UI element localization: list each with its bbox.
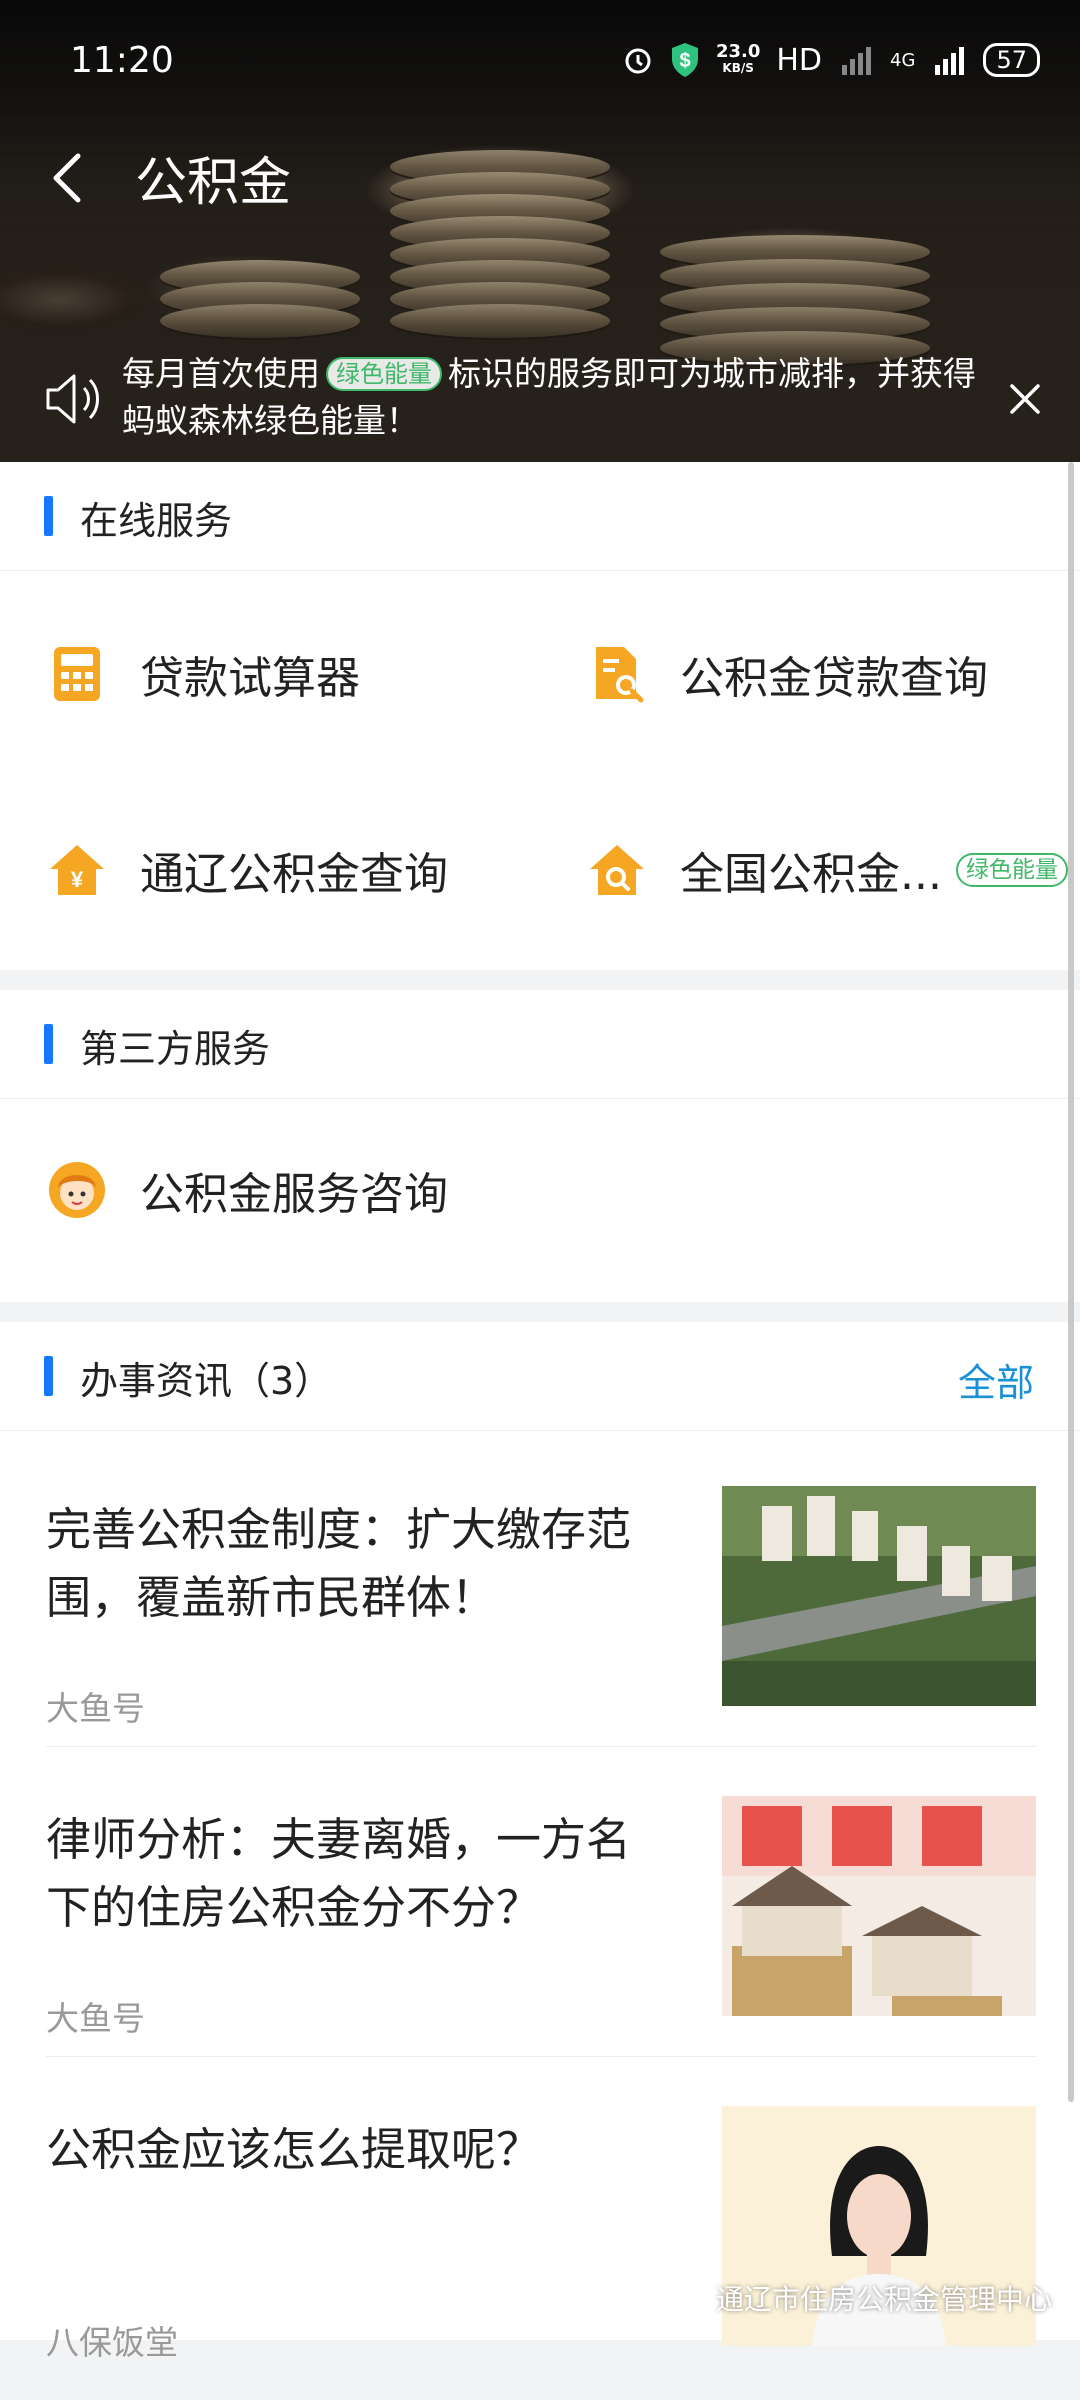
- view-all-link[interactable]: 全部: [958, 1352, 1034, 1407]
- news-card: 办事资讯（3） 全部 完善公积金制度：扩大缴存范围，覆盖新市民群体！ 大鱼号 律…: [0, 1322, 1080, 2362]
- news-item[interactable]: 律师分析：夫妻离婚，一方名下的住房公积金分不分？ 大鱼号: [0, 1780, 1080, 2090]
- service-label: 公积金服务咨询: [140, 1169, 448, 1220]
- section-header: 办事资讯（3） 全部: [0, 1322, 1080, 1431]
- signal-icon: [842, 47, 872, 75]
- news-title: 律师分析：夫妻离婚，一方名下的住房公积金分不分？: [46, 1813, 632, 1934]
- section-accent-bar: [44, 1356, 53, 1396]
- close-icon[interactable]: [1000, 374, 1050, 424]
- section-title: 办事资讯（3）: [80, 1359, 333, 1403]
- section-title: 第三方服务: [80, 1027, 271, 1071]
- section-header: 在线服务: [0, 462, 1080, 571]
- service-loan-query[interactable]: 公积金贷款查询: [586, 624, 988, 724]
- section-header: 第三方服务: [0, 990, 1080, 1099]
- service-national-query[interactable]: 全国公积金... 绿色能量: [586, 820, 1074, 920]
- watermark: 通辽市住房公积金管理中心: [672, 2278, 1052, 2318]
- online-services-card: 在线服务 贷款试算器 公积金贷款查询 ¥ 通辽公积金查询 全国公积金... 绿色…: [0, 462, 1080, 970]
- scrollbar[interactable]: [1068, 462, 1074, 2102]
- divider: [46, 2056, 1036, 2057]
- battery-indicator: 57: [983, 43, 1040, 77]
- calculator-icon: [54, 647, 100, 701]
- divider: [46, 1746, 1036, 1747]
- news-item[interactable]: 完善公积金制度：扩大缴存范围，覆盖新市民群体！ 大鱼号: [0, 1470, 1080, 1780]
- page-title: 公积金: [135, 153, 292, 213]
- notice-text: 每月首次使用 绿色能量 标识的服务即可为城市减排，并获得蚂蚁森林绿色能量！: [122, 354, 976, 440]
- network-speed: 23.0 KB/S: [715, 41, 761, 76]
- nav-bar: 公积金: [0, 130, 1080, 230]
- service-consultation[interactable]: 公积金服务咨询: [46, 1140, 448, 1240]
- header-banner: 11:20 $ 23.0 KB/S HD 4G 57 公积金 每月首次使用 绿色能量…: [0, 0, 1080, 462]
- section-accent-bar: [44, 496, 53, 536]
- svg-text:¥: ¥: [71, 867, 84, 892]
- service-label: 通辽公积金查询: [140, 849, 448, 900]
- green-energy-notice: 每月首次使用 绿色能量 标识的服务即可为城市减排，并获得蚂蚁森林绿色能量！: [0, 340, 1080, 462]
- house-yen-icon: ¥: [50, 845, 104, 895]
- section-accent-bar: [44, 1024, 53, 1064]
- advisor-avatar-icon: [49, 1162, 105, 1218]
- news-source: 八保饭堂: [46, 2323, 178, 2362]
- third-party-services-card: 第三方服务 公积金服务咨询: [0, 990, 1080, 1302]
- shield-icon: $: [671, 43, 698, 77]
- service-label: 公积金贷款查询: [680, 653, 988, 704]
- news-source: 大鱼号: [46, 1689, 145, 1728]
- alarm-icon: [625, 48, 651, 74]
- service-tongliao-query[interactable]: ¥ 通辽公积金查询: [46, 820, 448, 920]
- news-thumbnail-aerial-buildings: [722, 1486, 1036, 1706]
- section-title: 在线服务: [80, 499, 233, 543]
- news-title: 公积金应该怎么提取呢？: [46, 2123, 542, 2176]
- service-label: 全国公积金...: [680, 849, 942, 900]
- news-item[interactable]: 公积金应该怎么提取呢？ 八保饭堂: [0, 2090, 1080, 2400]
- chevron-left-icon: [53, 153, 81, 203]
- hd-indicator: HD: [776, 42, 823, 78]
- news-thumbnail-houses: [722, 1796, 1036, 2016]
- news-title: 完善公积金制度：扩大缴存范围，覆盖新市民群体！: [46, 1503, 632, 1624]
- green-energy-badge: 绿色能量: [326, 357, 442, 391]
- green-energy-badge: 绿色能量: [955, 853, 1068, 887]
- status-bar: 11:20 $ 23.0 KB/S HD 4G 57: [0, 0, 1080, 130]
- network-type: 4G: [890, 49, 916, 71]
- news-source: 大鱼号: [46, 1999, 145, 2038]
- service-label: 贷款试算器: [140, 653, 360, 704]
- signal-icon: [935, 47, 965, 75]
- house-search-icon: [590, 845, 644, 895]
- svg-text:$: $: [679, 50, 690, 72]
- status-time: 11:20: [70, 40, 174, 81]
- speaker-icon: [46, 374, 99, 424]
- wechat-icon: [673, 2284, 707, 2310]
- document-search-icon: [596, 647, 644, 703]
- service-loan-calculator[interactable]: 贷款试算器: [46, 624, 360, 724]
- back-button[interactable]: [42, 138, 112, 218]
